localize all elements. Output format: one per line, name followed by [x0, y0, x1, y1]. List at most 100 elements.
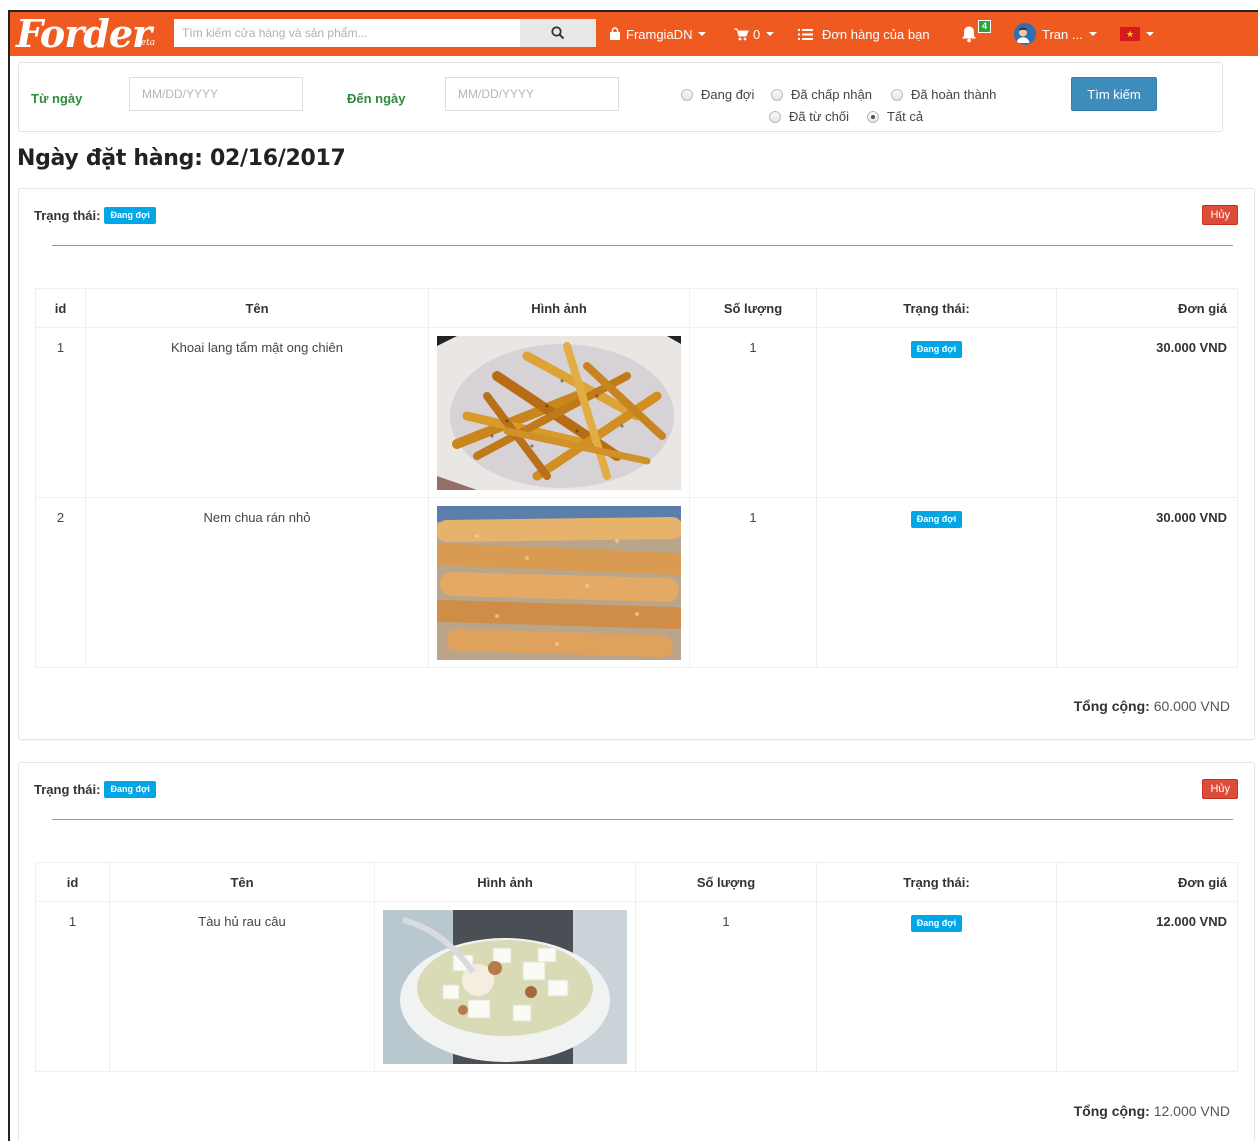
- item-price: 30.000 VND: [1056, 497, 1238, 668]
- search-bar: [174, 19, 596, 47]
- item-status-cell: Đang đợi: [816, 497, 1057, 668]
- search-input[interactable]: [174, 19, 520, 47]
- list-icon: [798, 28, 813, 40]
- radio-label: Đã chấp nhận: [791, 87, 872, 102]
- vietnam-flag-icon: ★: [1120, 27, 1140, 41]
- radio-button[interactable]: [769, 110, 781, 123]
- search-button[interactable]: [520, 19, 596, 47]
- sweet-potato-fries-image: [437, 336, 681, 490]
- radio-label: Tất cả: [887, 109, 924, 124]
- notifications-button[interactable]: 4: [960, 12, 992, 56]
- divider: [52, 245, 1233, 246]
- table-row: 1 Khoai lang tẩm mật ong chiên 1 Đang đợ…: [35, 327, 1238, 498]
- forder-logo[interactable]: Forder: [16, 14, 152, 54]
- cart-dropdown[interactable]: 0: [734, 12, 775, 56]
- status-badge: Đang đợi: [104, 781, 156, 798]
- fried-nem-chua-image: [437, 506, 681, 660]
- to-date-input[interactable]: [445, 77, 619, 111]
- table-header-row: id Tên Hình ảnh Số lượng Trạng thái: Đơn…: [35, 862, 1238, 902]
- chevron-down-icon: [766, 32, 775, 36]
- user-avatar-icon: [1016, 27, 1030, 43]
- item-id: 1: [35, 327, 86, 498]
- status-label: Trạng thái:: [34, 208, 101, 223]
- total-label: Tổng cộng:: [1073, 1103, 1150, 1119]
- column-header-id: id: [35, 288, 86, 328]
- radio-all[interactable]: Tất cả: [867, 109, 923, 124]
- order-panel: Trạng thái: Đang đợi Hủy id Tên Hình ảnh…: [18, 762, 1255, 1141]
- order-filter-panel: Từ ngày Đến ngày Đang đợi Đã chấp nhận Đ…: [18, 62, 1223, 132]
- app-window: Forder beta FramgiaDN 0 Đơn hàng của bạn…: [8, 10, 1258, 1141]
- column-header-status: Trạng thái:: [816, 288, 1057, 328]
- order-total: Tổng cộng: 12.000 VND: [1074, 1103, 1230, 1119]
- from-date-label: Từ ngày: [31, 91, 83, 106]
- from-date-input[interactable]: [129, 77, 303, 111]
- orders-link-label: Đơn hàng của bạn: [822, 26, 930, 42]
- order-items-table: id Tên Hình ảnh Số lượng Trạng thái: Đơn…: [35, 862, 1238, 1072]
- item-image-cell: [428, 497, 690, 668]
- status-badge: Đang đợi: [910, 915, 963, 932]
- bell-icon: [962, 26, 976, 43]
- search-icon: [551, 26, 565, 40]
- radio-label: Đã hoàn thành: [911, 87, 997, 102]
- chevron-down-icon: [1088, 32, 1097, 36]
- order-items-table: id Tên Hình ảnh Số lượng Trạng thái: Đơn…: [35, 288, 1238, 668]
- column-header-quantity: Số lượng: [689, 288, 817, 328]
- order-panel: Trạng thái: Đang đợi Hủy id Tên Hình ảnh…: [18, 188, 1255, 740]
- item-name: Khoai lang tẩm mật ong chiên: [85, 327, 429, 498]
- shop-dropdown[interactable]: FramgiaDN: [608, 12, 707, 56]
- radio-button[interactable]: [771, 88, 783, 101]
- column-header-status: Trạng thái:: [816, 862, 1057, 902]
- status-badge: Đang đợi: [910, 511, 963, 528]
- column-header-image: Hình ảnh: [428, 288, 690, 328]
- column-header-price: Đơn giá: [1056, 862, 1238, 902]
- item-quantity: 1: [689, 327, 817, 498]
- radio-label: Đang đợi: [701, 87, 755, 102]
- status-badge: Đang đợi: [910, 341, 963, 358]
- item-price: 30.000 VND: [1056, 327, 1238, 498]
- column-header-name: Tên: [85, 288, 429, 328]
- order-total: Tổng cộng: 60.000 VND: [1074, 698, 1230, 714]
- item-image-cell: [374, 901, 636, 1072]
- item-price: 12.000 VND: [1056, 901, 1238, 1072]
- table-row: 2 Nem chua rán nhỏ 1 Đang đợi 30.000 VND: [35, 497, 1238, 668]
- language-dropdown[interactable]: ★: [1120, 12, 1154, 56]
- cancel-order-button[interactable]: Hủy: [1202, 779, 1238, 799]
- user-dropdown[interactable]: Tran ...: [1014, 12, 1097, 56]
- order-status: Trạng thái: Đang đợi: [34, 781, 156, 798]
- top-navbar: Forder beta FramgiaDN 0 Đơn hàng của bạn…: [10, 12, 1258, 56]
- item-quantity: 1: [635, 901, 817, 1072]
- item-quantity: 1: [689, 497, 817, 668]
- item-status-cell: Đang đợi: [816, 901, 1057, 1072]
- item-id: 2: [35, 497, 86, 668]
- radio-accepted[interactable]: Đã chấp nhận: [771, 87, 872, 102]
- item-id: 1: [35, 901, 110, 1072]
- status-badge: Đang đợi: [104, 207, 156, 224]
- total-value: 60.000 VND: [1153, 698, 1230, 714]
- table-header-row: id Tên Hình ảnh Số lượng Trạng thái: Đơn…: [35, 288, 1238, 328]
- item-image-cell: [428, 327, 690, 498]
- beta-label: beta: [135, 38, 156, 48]
- cart-icon: [734, 28, 749, 40]
- column-header-quantity: Số lượng: [635, 862, 817, 902]
- shop-name: FramgiaDN: [626, 26, 693, 42]
- column-header-price: Đơn giá: [1056, 288, 1238, 328]
- radio-rejected[interactable]: Đã từ chối: [769, 109, 849, 124]
- shopping-bag-icon: [610, 27, 620, 40]
- radio-button[interactable]: [891, 88, 903, 101]
- cart-count: 0: [753, 26, 761, 42]
- cancel-order-button[interactable]: Hủy: [1202, 205, 1238, 225]
- status-label: Trạng thái:: [34, 782, 101, 797]
- notification-count: 4: [978, 20, 992, 33]
- orders-link[interactable]: Đơn hàng của bạn: [798, 12, 930, 56]
- radio-completed[interactable]: Đã hoàn thành: [891, 87, 996, 102]
- total-label: Tổng cộng:: [1073, 698, 1150, 714]
- tofu-jelly-dessert-image: [383, 910, 627, 1064]
- radio-button[interactable]: [681, 88, 693, 101]
- radio-button-checked[interactable]: [867, 110, 879, 123]
- table-row: 1 Tàu hủ rau câu 1 Đang đợi 12.000 VND: [35, 901, 1238, 1072]
- search-submit-button[interactable]: Tìm kiếm: [1071, 77, 1157, 111]
- column-header-name: Tên: [109, 862, 375, 902]
- column-header-id: id: [35, 862, 110, 902]
- radio-label: Đã từ chối: [789, 109, 850, 124]
- radio-pending[interactable]: Đang đợi: [681, 87, 754, 102]
